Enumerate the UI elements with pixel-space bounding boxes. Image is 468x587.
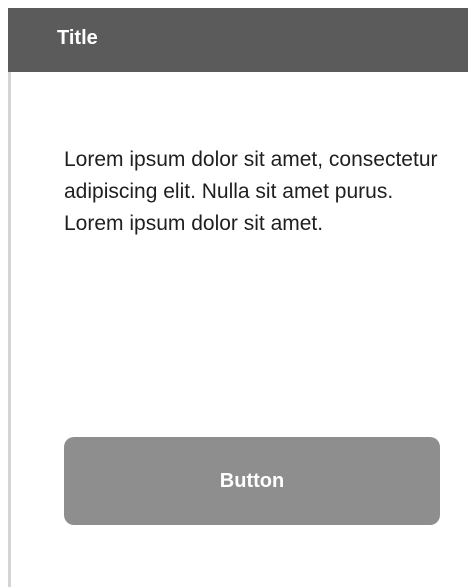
card-title: Title bbox=[57, 26, 98, 49]
card-header: Title bbox=[8, 8, 468, 72]
card-action-button[interactable]: Button bbox=[64, 437, 440, 525]
card-body-text: Lorem ipsum dolor sit amet, consectetur … bbox=[64, 148, 438, 235]
card: Title Lorem ipsum dolor sit amet, consec… bbox=[8, 8, 468, 587]
